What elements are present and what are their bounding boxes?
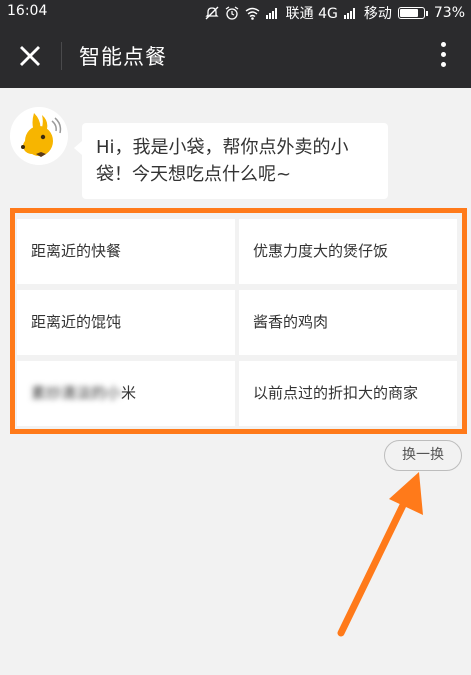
battery-percent: 73% xyxy=(433,5,465,21)
alarm-icon xyxy=(225,6,239,20)
title-bar: 智能点餐 xyxy=(0,24,471,88)
status-time: 16:04 xyxy=(7,3,48,19)
title-divider xyxy=(61,42,62,70)
carrier-2: 移动 xyxy=(363,6,392,22)
suggestion-label: 以前点过的折扣大的商家 xyxy=(253,384,419,402)
wifi-icon xyxy=(245,7,260,20)
close-icon xyxy=(20,46,40,66)
carrier-1: 联通 4G xyxy=(285,6,338,22)
status-bar: 16:04 联通 4G 移动 73% xyxy=(0,0,471,24)
page-title: 智能点餐 xyxy=(79,45,167,69)
close-button[interactable] xyxy=(12,38,48,74)
battery-icon xyxy=(397,7,428,19)
suggestion-card[interactable]: 距离近的馄饨 xyxy=(17,290,235,355)
suggestion-card[interactable]: 素炒清淡的小米 xyxy=(17,361,235,426)
chat-message: Hi，我是小袋，帮你点外卖的小袋！今天想吃点什么呢~ xyxy=(96,137,349,185)
more-vertical-icon xyxy=(437,42,449,67)
suggestion-label: 酱香的鸡肉 xyxy=(253,313,329,331)
chat-bubble: Hi，我是小袋，帮你点外卖的小袋！今天想吃点什么呢~ xyxy=(74,123,388,199)
suggestion-card[interactable]: 酱香的鸡肉 xyxy=(239,290,457,355)
signal-icon xyxy=(265,7,280,19)
kangaroo-icon xyxy=(10,107,68,165)
suggestion-card[interactable]: 优惠力度大的煲仔饭 xyxy=(239,219,457,284)
suggestion-card[interactable]: 距离近的快餐 xyxy=(17,219,235,284)
suggestion-label-blurred: 素炒清淡的小 xyxy=(31,384,122,402)
bot-avatar xyxy=(10,107,68,165)
more-button[interactable] xyxy=(437,40,449,72)
signal-icon xyxy=(343,7,358,19)
refresh-button[interactable]: 换一换 xyxy=(384,440,462,471)
suggestion-label: 距离近的快餐 xyxy=(31,242,122,260)
suggestion-label: 优惠力度大的煲仔饭 xyxy=(253,242,389,260)
suggestion-label: 米 xyxy=(121,384,137,402)
mute-icon xyxy=(205,6,219,20)
suggestion-label: 距离近的馄饨 xyxy=(31,313,122,331)
suggestion-card[interactable]: 以前点过的折扣大的商家 xyxy=(239,361,457,426)
